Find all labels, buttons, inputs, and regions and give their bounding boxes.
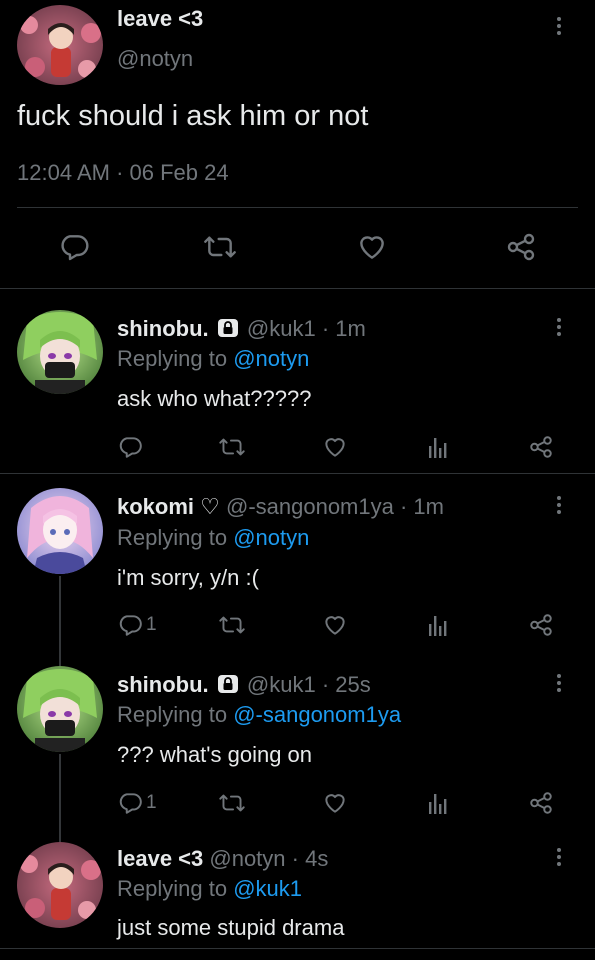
- reply-header: kokomi ♡ @-sangonom1ya · 1m: [117, 493, 444, 521]
- reply-bubble-icon[interactable]: [117, 434, 143, 460]
- reply-bubble-icon[interactable]: [117, 790, 143, 816]
- heart-icon[interactable]: [322, 434, 348, 460]
- avatar[interactable]: [17, 310, 103, 394]
- author-handle[interactable]: @notyn: [209, 846, 285, 871]
- retweet-icon[interactable]: [216, 434, 248, 460]
- author-name[interactable]: leave <3: [117, 6, 203, 32]
- views-bar-icon[interactable]: [428, 612, 450, 638]
- more-vertical-icon[interactable]: [557, 674, 563, 695]
- replying-to: Replying to @notyn: [117, 524, 309, 552]
- tweet-timestamp: 12:04 AM · 06 Feb 24: [17, 160, 229, 185]
- replying-to-link[interactable]: @kuk1: [233, 876, 302, 901]
- views-bar-icon[interactable]: [428, 790, 450, 816]
- avatar[interactable]: [17, 5, 103, 85]
- avatar[interactable]: [17, 842, 103, 928]
- views-bar-icon[interactable]: [428, 434, 450, 460]
- reply-time: · 25s: [321, 672, 371, 697]
- reply-count: 1: [146, 614, 157, 635]
- thread-line: [59, 576, 61, 666]
- lock-icon: [217, 673, 239, 702]
- divider: [0, 288, 595, 289]
- share-icon[interactable]: [528, 612, 554, 638]
- reply-time: · 4s: [291, 846, 329, 871]
- author-name[interactable]: shinobu.: [117, 672, 209, 697]
- retweet-icon[interactable]: [216, 790, 248, 816]
- replying-prefix: Replying to: [117, 702, 228, 727]
- reply-header: shinobu. @kuk1 · 1m: [117, 315, 366, 346]
- reply-text: ??? what's going on: [117, 742, 313, 767]
- reply-header: leave <3 @notyn · 4s: [117, 845, 328, 873]
- more-vertical-icon[interactable]: [557, 848, 563, 869]
- thread-line: [59, 754, 61, 842]
- reply-text: just some stupid drama: [117, 915, 345, 940]
- heart-icon[interactable]: [322, 612, 348, 638]
- divider: [0, 473, 595, 474]
- replying-to: Replying to @kuk1: [117, 875, 302, 903]
- reply-text: i'm sorry, y/n :(: [117, 565, 259, 590]
- author-name[interactable]: shinobu.: [117, 316, 209, 341]
- divider: [0, 948, 595, 949]
- replying-to: Replying to @notyn: [117, 345, 309, 373]
- more-vertical-icon[interactable]: [557, 318, 563, 339]
- reply-bubble-icon[interactable]: [58, 231, 90, 263]
- avatar[interactable]: [17, 488, 103, 574]
- author-handle[interactable]: @kuk1: [247, 316, 316, 341]
- reply-bubble-icon[interactable]: [117, 612, 143, 638]
- share-icon[interactable]: [504, 231, 538, 263]
- replying-to-link[interactable]: @notyn: [233, 525, 309, 550]
- retweet-icon[interactable]: [216, 612, 248, 638]
- reply-header: shinobu. @kuk1 · 25s: [117, 671, 371, 702]
- author-handle[interactable]: @-sangonom1ya: [226, 494, 394, 519]
- divider: [17, 207, 578, 208]
- retweet-icon[interactable]: [200, 231, 240, 263]
- author-handle[interactable]: @kuk1: [247, 672, 316, 697]
- share-icon[interactable]: [528, 790, 554, 816]
- author-name[interactable]: leave <3: [117, 846, 203, 871]
- heart-icon[interactable]: [322, 790, 348, 816]
- author-name[interactable]: kokomi ♡: [117, 494, 220, 519]
- reply-text: ask who what?????: [117, 386, 312, 411]
- replying-to-link[interactable]: @notyn: [233, 346, 309, 371]
- replying-prefix: Replying to: [117, 525, 228, 550]
- reply-count: 1: [146, 792, 157, 813]
- replying-prefix: Replying to: [117, 876, 228, 901]
- replying-prefix: Replying to: [117, 346, 228, 371]
- lock-icon: [217, 317, 239, 346]
- more-vertical-icon[interactable]: [557, 17, 563, 38]
- reply-time: · 1m: [321, 316, 366, 341]
- author-handle[interactable]: @notyn: [117, 46, 193, 72]
- avatar[interactable]: [17, 666, 103, 752]
- replying-to-link[interactable]: @-sangonom1ya: [233, 702, 401, 727]
- reply-time: · 1m: [399, 494, 444, 519]
- share-icon[interactable]: [528, 434, 554, 460]
- tweet-text: fuck should i ask him or not: [17, 100, 369, 132]
- heart-icon[interactable]: [356, 231, 388, 263]
- replying-to: Replying to @-sangonom1ya: [117, 701, 401, 729]
- more-vertical-icon[interactable]: [557, 496, 563, 517]
